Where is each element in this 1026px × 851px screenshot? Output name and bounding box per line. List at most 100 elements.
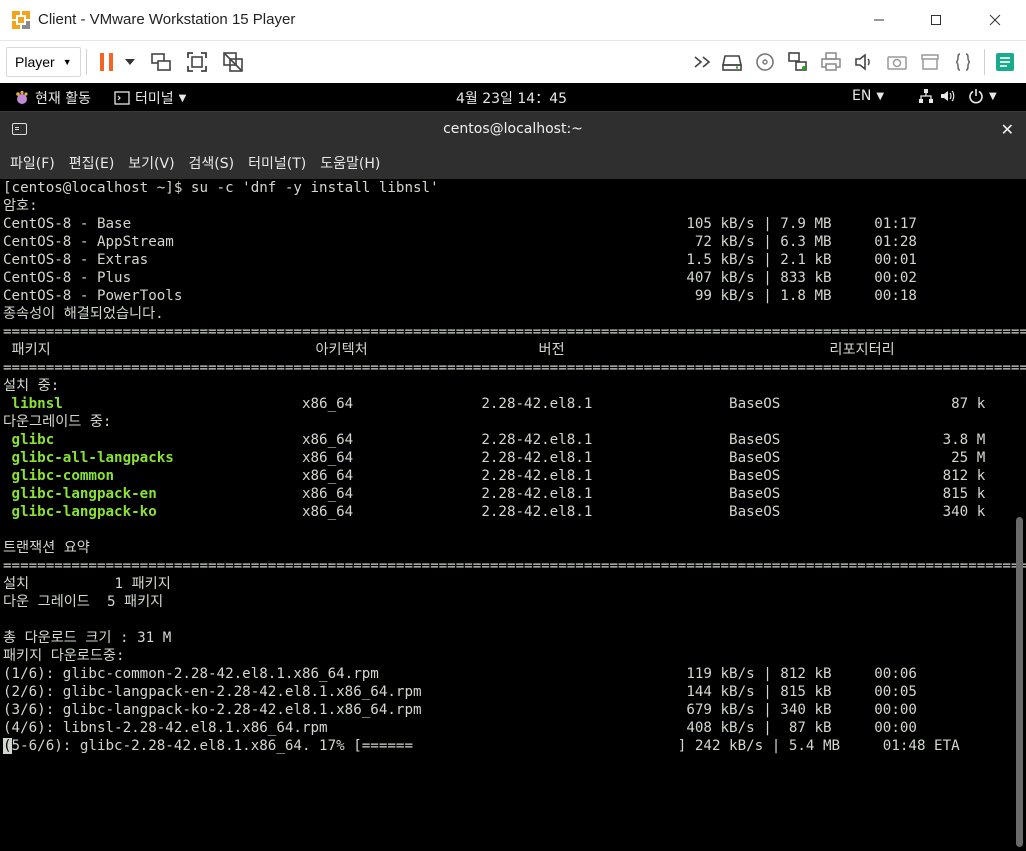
power-icon (969, 89, 983, 104)
download-line: (1/6): glibc-common-2.28-42.el8.1.x86_64… (3, 666, 917, 682)
full-screen-button[interactable] (184, 49, 210, 75)
package-name: libnsl (11, 396, 302, 412)
blank (3, 611, 1026, 629)
package-name: glibc-all-langpacks (11, 450, 302, 466)
toolbar-divider (86, 49, 87, 75)
system-status-menu[interactable]: ▼ (918, 88, 997, 104)
package-name: glibc-langpack-ko (11, 504, 302, 520)
close-terminal-button[interactable]: ✕ (1001, 120, 1014, 139)
terminal-menubar: 파일(F) 편집(E) 보기(V) 검색(S) 터미널(T) 도움말(H) (0, 147, 1026, 179)
terminal-text: [centos@localhost ~]$ su -c 'dnf -y inst… (3, 179, 1026, 755)
menu-help[interactable]: 도움말(H) (320, 153, 380, 173)
more-devices-button[interactable] (690, 49, 716, 75)
menu-view[interactable]: 보기(V) (128, 153, 174, 173)
package-row: libnsl x86_64 2.28-42.el8.1 BaseOS 87 k (11, 396, 986, 412)
unity-button[interactable] (220, 49, 246, 75)
network-adapter-icon (788, 52, 807, 71)
message-log-button[interactable] (950, 49, 976, 75)
maximize-icon (931, 15, 941, 25)
app-menu-terminal[interactable]: 터미널 ▼ (114, 88, 186, 108)
package-row: glibc x86_64 2.28-42.el8.1 BaseOS 3.8 M (11, 432, 986, 448)
command-prompt: [centos@localhost ~]$ su -c 'dnf -y inst… (3, 180, 439, 196)
hard-disk-button[interactable] (719, 49, 745, 75)
terminal-title: centos@localhost:~ (443, 121, 583, 137)
package-row: glibc-langpack-en x86_64 2.28-42.el8.1 B… (11, 486, 986, 502)
network-adapter-button[interactable] (785, 49, 811, 75)
camera-button[interactable] (884, 49, 910, 75)
repo-metadata-line: CentOS-8 - PowerTools 99 kB/s | 1.8 MB 0… (3, 288, 917, 304)
package-name: glibc (11, 432, 302, 448)
terminal-scrollbar[interactable] (1016, 517, 1023, 847)
input-language-label: EN (852, 88, 872, 104)
menu-file[interactable]: 파일(F) (10, 153, 55, 173)
repo-metadata-line: CentOS-8 - Extras 1.5 kB/s | 2.1 kB 00:0… (3, 252, 917, 268)
package-name: glibc-langpack-en (11, 486, 302, 502)
package-name: glibc-common (11, 468, 302, 484)
chevron-down-icon: ▼ (989, 90, 997, 102)
separator: ========================================… (3, 360, 1026, 376)
power-options-dropdown[interactable] (121, 49, 139, 75)
printer-icon (821, 52, 841, 71)
package-row: glibc-all-langpacks x86_64 2.28-42.el8.1… (11, 450, 986, 466)
downloading-label: 패키지 다운로드중: (3, 648, 125, 664)
menu-search[interactable]: 검색(S) (189, 153, 235, 173)
repo-metadata-line: CentOS-8 - AppStream 72 kB/s | 6.3 MB 01… (3, 234, 917, 250)
maximize-button[interactable] (913, 0, 959, 40)
window-title: Client - VMware Workstation 15 Player (38, 11, 296, 28)
printer-button[interactable] (818, 49, 844, 75)
deps-resolved: 종속성이 해결되었습니다. (3, 306, 164, 322)
player-menu-button[interactable]: Player ▼ (6, 47, 81, 77)
player-menu-label: Player (15, 54, 55, 70)
pause-icon (100, 53, 113, 71)
terminal-output[interactable]: [centos@localhost ~]$ su -c 'dnf -y inst… (0, 179, 1026, 851)
network-wired-icon (919, 89, 933, 103)
vmware-toolbar: Player ▼ (0, 40, 1026, 82)
section-downgrade: 다운그레이드 중: (3, 414, 112, 430)
app-menu-label: 터미널 (135, 91, 174, 107)
activities-button[interactable]: 현재 활동 (14, 88, 91, 108)
vmware-logo-icon (11, 10, 31, 30)
send-ctrl-alt-del-button[interactable] (148, 49, 174, 75)
package-row: glibc-langpack-ko x86_64 2.28-42.el8.1 B… (11, 504, 986, 520)
removable-devices-button[interactable] (917, 49, 943, 75)
download-line: (2/6): glibc-langpack-en-2.28-42.el8.1.x… (3, 684, 917, 700)
minimize-icon (874, 19, 884, 21)
minimize-button[interactable] (856, 0, 902, 40)
close-icon (989, 14, 1001, 26)
package-row: glibc-common x86_64 2.28-42.el8.1 BaseOS… (11, 468, 986, 484)
network-devices-icon (151, 53, 171, 71)
terminal-titlebar: centos@localhost:~ ✕ (0, 111, 1026, 147)
notes-button[interactable] (992, 49, 1018, 75)
chevron-down-icon: ▼ (62, 57, 72, 67)
menu-edit[interactable]: 편집(E) (69, 153, 115, 173)
notes-icon (996, 53, 1014, 71)
cd-dvd-button[interactable] (752, 49, 778, 75)
download-line: (3/6): glibc-langpack-ko-2.28-42.el8.1.x… (3, 702, 917, 718)
camera-icon (887, 56, 907, 70)
gnome-foot-icon (16, 90, 28, 104)
menu-terminal[interactable]: 터미널(T) (248, 153, 306, 173)
blank (3, 521, 1026, 539)
close-window-button[interactable] (972, 0, 1018, 40)
host-titlebar: Client - VMware Workstation 15 Player (0, 0, 1026, 40)
separator: ========================================… (3, 558, 1026, 574)
separator: ========================================… (3, 324, 1026, 340)
brace-icon (955, 53, 971, 71)
archive-icon (921, 54, 939, 70)
input-source-menu[interactable]: EN ▼ (852, 88, 884, 104)
sound-card-button[interactable] (851, 49, 877, 75)
password-prompt: 암호: (3, 198, 38, 214)
chevron-down-icon: ▼ (178, 92, 187, 104)
pause-button[interactable] (94, 49, 120, 75)
download-line: (4/6): libnsl-2.28-42.el8.1.x86_64.rpm 4… (3, 720, 917, 736)
repo-metadata-line: CentOS-8 - Plus 407 kB/s | 833 kB 00:02 (3, 270, 917, 286)
total-download: 총 다운로드 크기 : 31 M (3, 630, 172, 646)
fullscreen-icon (187, 52, 207, 72)
table-header: 패키지 아키텍처 버전 리포지터리 크기 (3, 342, 1026, 358)
gnome-top-bar: 현재 활동 터미널 ▼ 4월 23일 14：45 EN ▼ ▼ (0, 83, 1026, 111)
chevron-down-icon: ▼ (876, 90, 885, 102)
terminal-icon (114, 91, 130, 105)
activities-label: 현재 활동 (35, 91, 91, 107)
terminal-cursor: ( (3, 738, 12, 754)
clock[interactable]: 4월 23일 14：45 (456, 88, 567, 108)
